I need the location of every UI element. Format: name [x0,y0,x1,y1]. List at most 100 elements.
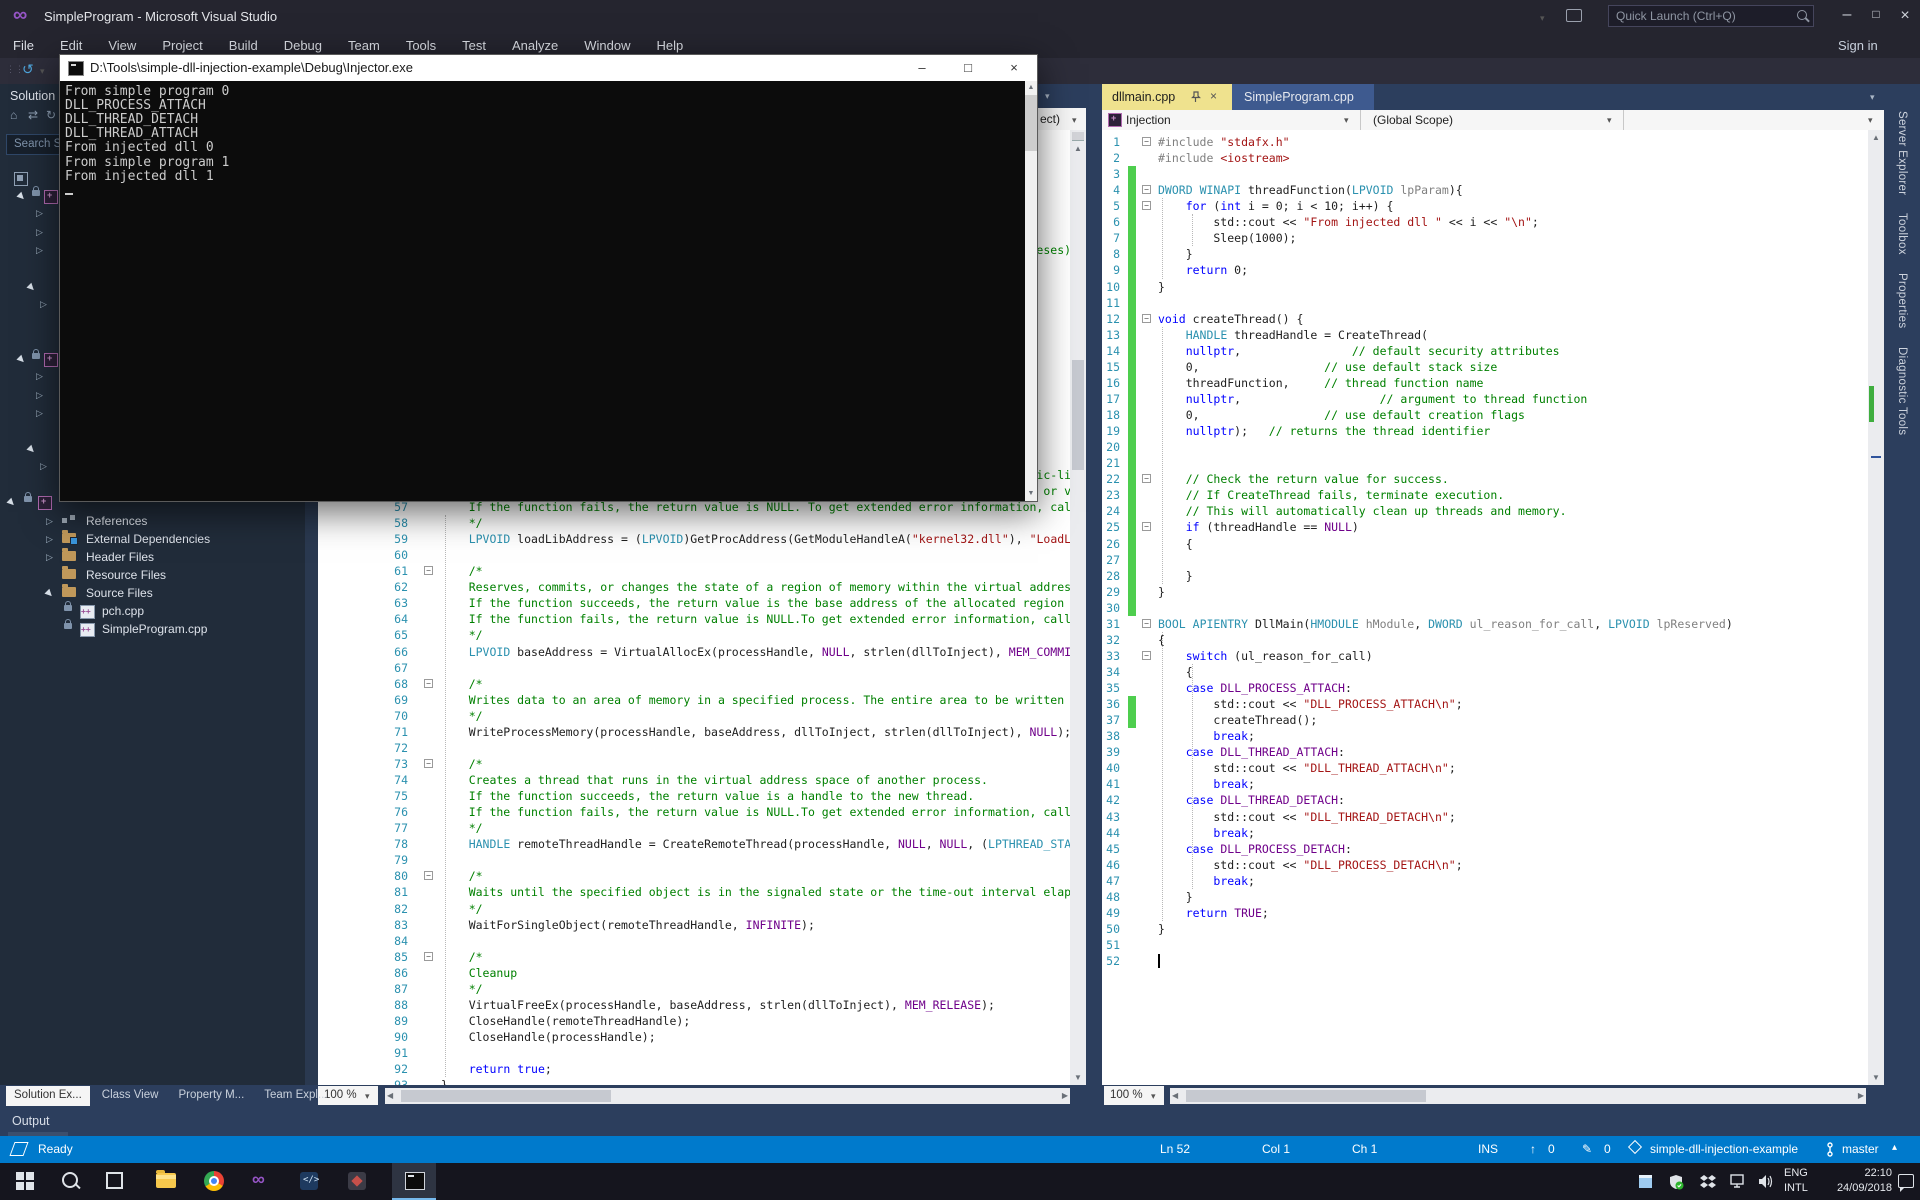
code-line[interactable]: 25− if (threadHandle == NULL) [1102,519,1868,535]
code-line[interactable]: 11 [1102,295,1868,311]
code-line[interactable]: 1−#include "stdafx.h" [1102,134,1868,150]
middle-vscroll-thumb[interactable] [1072,360,1084,470]
code-line[interactable]: 6 std::cout << "From injected dll " << i… [1102,214,1868,230]
editor-splitter[interactable] [1086,84,1102,1108]
code-line[interactable]: 66 LPVOID baseAddress = VirtualAllocEx(p… [305,644,1070,660]
code-line[interactable]: 76 If the function fails, the return val… [305,804,1070,820]
code-line[interactable]: 36 std::cout << "DLL_PROCESS_ATTACH\n"; [1102,696,1868,712]
fold-collapse-icon[interactable]: − [1142,474,1151,483]
code-line[interactable]: 75 If the function succeeds, the return … [305,788,1070,804]
expanded-arrow-icon[interactable]: ▶ [43,587,56,600]
tray-defender-icon[interactable] [1668,1174,1684,1190]
tree-item-source-files[interactable]: ▶Source Files [0,584,305,602]
tool-tab-property-m-[interactable]: Property M... [170,1086,252,1106]
tray-language-indicator[interactable]: ENG INTL [1784,1166,1808,1196]
code-line[interactable]: 46 std::cout << "DLL_PROCESS_DETACH\n"; [1102,857,1868,873]
console-title-bar[interactable]: D:\Tools\simple-dll-injection-example\De… [60,55,1037,81]
console-scroll-thumb[interactable] [1025,95,1037,151]
fold-collapse-icon[interactable]: − [424,871,433,880]
feedback-icon[interactable] [1566,9,1582,22]
scroll-up-icon[interactable]: ▲ [1868,131,1884,145]
console-close-button[interactable]: × [991,55,1037,81]
navbar-context-dropdown[interactable]: Injection ▾ [1102,110,1361,130]
maximize-button[interactable]: □ [1862,7,1890,21]
code-line[interactable]: 88 VirtualFreeEx(processHandle, baseAddr… [305,997,1070,1013]
middle-editor-vscrollbar[interactable]: ▲ ▼ [1070,130,1086,1085]
navbar-scope-dropdown[interactable]: (Global Scope) ▾ [1361,110,1624,130]
scroll-left-icon[interactable]: ◀ [387,1089,393,1103]
tree-item-simpleprogram-cpp[interactable]: SimpleProgram.cpp [0,620,305,638]
code-line[interactable]: 19 nullptr); // returns the thread ident… [1102,423,1868,439]
fold-collapse-icon[interactable]: − [1142,137,1151,146]
collapsed-arrow-icon[interactable]: ▷ [36,208,43,219]
code-line[interactable]: 37 createThread(); [1102,712,1868,728]
code-line[interactable]: 15 0, // use default stack size [1102,359,1868,375]
code-line[interactable]: 8 } [1102,246,1868,262]
splitter-handle[interactable] [1072,132,1084,141]
pinned-app-icon[interactable]: </> [300,1172,318,1190]
code-line[interactable]: 52 [1102,953,1868,969]
code-line[interactable]: 30 [1102,600,1868,616]
tree-item-header-files[interactable]: ▷Header Files [0,548,305,566]
collapsed-arrow-icon[interactable]: ▷ [36,245,43,256]
code-line[interactable]: 86 Cleanup [305,965,1070,981]
expanded-arrow-icon[interactable]: ▶ [25,281,38,294]
code-line[interactable]: 28 } [1102,568,1868,584]
pencil-icon[interactable]: ✎ [1582,1142,1592,1156]
scroll-down-icon[interactable]: ▼ [1070,1071,1086,1085]
middle-navbar-dropdown-icon[interactable]: ▾ [1072,115,1077,126]
right-hscroll-thumb[interactable] [1186,1090,1426,1102]
code-line[interactable]: 41 break; [1102,776,1868,792]
code-line[interactable]: 32{ [1102,632,1868,648]
start-button[interactable] [16,1172,34,1190]
expanded-arrow-icon[interactable]: ▶ [5,496,18,509]
code-line[interactable]: 61− /* [305,563,1070,579]
scroll-down-icon[interactable]: ▼ [1868,1071,1884,1085]
code-line[interactable]: 31−BOOL APIENTRY DllMain(HMODULE hModule… [1102,616,1868,632]
scroll-up-icon[interactable]: ▲ [1070,142,1086,156]
status-repo-name[interactable]: simple-dll-injection-example [1650,1142,1798,1156]
code-line[interactable]: 65 */ [305,627,1070,643]
code-line[interactable]: 90 CloseHandle(processHandle); [305,1029,1070,1045]
code-line[interactable]: 21 [1102,455,1868,471]
fold-collapse-icon[interactable]: − [1142,619,1151,628]
code-line[interactable]: 51 [1102,937,1868,953]
code-line[interactable]: 39 case DLL_THREAD_ATTACH: [1102,744,1868,760]
file-explorer-icon[interactable] [156,1173,176,1188]
code-line[interactable]: 60 [305,547,1070,563]
code-line[interactable]: 49 return TRUE; [1102,905,1868,921]
side-tab-diagnostic-tools[interactable]: Diagnostic Tools [1896,347,1908,435]
code-line[interactable]: 74 Creates a thread that runs in the vir… [305,772,1070,788]
tray-window-icon[interactable] [1638,1174,1653,1189]
right-zoom-dropdown-icon[interactable]: ▾ [1151,1091,1156,1102]
scroll-right-icon[interactable]: ▶ [1062,1089,1068,1103]
code-line[interactable]: 12−void createThread() { [1102,311,1868,327]
code-line[interactable]: 14 nullptr, // default security attribut… [1102,343,1868,359]
code-line[interactable]: 20 [1102,439,1868,455]
collapsed-arrow-icon[interactable]: ▷ [40,299,47,310]
close-button[interactable]: × [1891,7,1919,25]
code-line[interactable]: 82 */ [305,901,1070,917]
tree-item-references[interactable]: ▷References [0,512,305,530]
tray-clock[interactable]: 22:10 24/09/2018 [1812,1166,1892,1196]
code-line[interactable]: 34 { [1102,664,1868,680]
code-line[interactable]: 4−DWORD WINAPI threadFunction(LPVOID lpP… [1102,182,1868,198]
navigate-back-dropdown-icon[interactable]: ▾ [40,66,45,77]
tree-item-external-dependencies[interactable]: ▷External Dependencies [0,530,305,548]
code-line[interactable]: 58 */ [305,515,1070,531]
expanded-arrow-icon[interactable]: ▶ [15,190,28,203]
collapsed-arrow-icon[interactable]: ▷ [36,390,43,401]
right-zoom-control[interactable]: 100 % ▾ [1104,1086,1164,1105]
code-line[interactable]: 43 std::cout << "DLL_THREAD_DETACH\n"; [1102,809,1868,825]
code-line[interactable]: 29} [1102,584,1868,600]
code-line[interactable]: 91 [305,1045,1070,1061]
right-editor-vscrollbar[interactable]: ▲ ▼ [1868,130,1884,1085]
task-view-icon[interactable] [106,1172,123,1189]
code-line[interactable]: 18 0, // use default creation flags [1102,407,1868,423]
code-line[interactable]: 62 Reserves, commits, or changes the sta… [305,579,1070,595]
expanded-arrow-icon[interactable]: ▶ [25,443,38,456]
tab-close-icon[interactable]: × [1210,89,1217,103]
code-line[interactable]: 64 If the function fails, the return val… [305,611,1070,627]
code-line[interactable]: 35 case DLL_PROCESS_ATTACH: [1102,680,1868,696]
tab-overflow-icon[interactable]: ▾ [1870,92,1875,103]
